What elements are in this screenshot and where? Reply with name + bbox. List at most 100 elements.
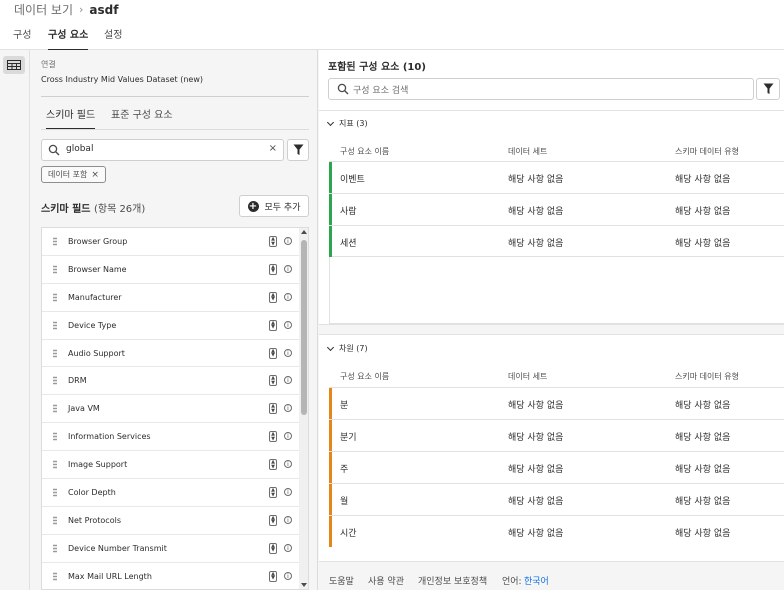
info-icon[interactable]: i (284, 515, 292, 524)
column-header-dataset[interactable]: 데이터 세트 (508, 146, 547, 157)
list-item[interactable]: Browser Name ▲ ▼ i (42, 256, 308, 284)
table-row[interactable]: 시간 해당 사항 없음 해당 사항 없음 (329, 515, 784, 547)
column-header-name[interactable]: 구성 요소 이름 (340, 371, 389, 382)
drag-handle-icon[interactable] (53, 348, 57, 358)
dataset-value: 해당 사항 없음 (508, 497, 564, 507)
info-icon[interactable]: i (284, 320, 292, 329)
drag-handle-icon[interactable] (53, 376, 57, 386)
list-item[interactable]: Device Type ▲ ▼ i (42, 312, 308, 340)
sort-icon[interactable]: ▲ ▼ (269, 542, 277, 554)
list-item[interactable]: Information Services ▲ ▼ i (42, 423, 308, 452)
drag-handle-icon[interactable] (53, 237, 57, 246)
sort-icon[interactable]: ▲ ▼ (269, 403, 277, 415)
info-icon[interactable]: i (284, 404, 292, 413)
tab-configure[interactable]: 구성 (13, 24, 31, 50)
column-header-schema-type[interactable]: 스키마 데이터 유형 (675, 146, 739, 157)
table-row[interactable]: 분 해당 사항 없음 해당 사항 없음 (329, 387, 784, 419)
tab-schema-fields[interactable]: 스키마 필드 (46, 106, 96, 130)
filter-button[interactable] (756, 78, 780, 100)
dimensions-section-header: 차원 (7) (339, 344, 368, 353)
sort-icon[interactable]: ▲ ▼ (269, 570, 277, 582)
drag-handle-icon[interactable] (53, 571, 57, 581)
info-icon[interactable]: i (284, 376, 292, 385)
info-icon[interactable]: i (284, 264, 292, 273)
table-row[interactable]: 이벤트 해당 사항 없음 해당 사항 없음 (329, 161, 784, 193)
sort-icon[interactable]: ▲ ▼ (269, 514, 277, 526)
scrollbar[interactable] (299, 228, 308, 589)
list-item[interactable]: Color Depth ▲ ▼ i (42, 479, 308, 507)
scroll-down-icon[interactable] (301, 583, 307, 587)
info-icon[interactable]: i (284, 292, 292, 301)
sort-icon[interactable]: ▲ ▼ (269, 375, 277, 387)
sort-icon[interactable]: ▲ ▼ (269, 236, 277, 247)
schema-search-input[interactable]: global × (41, 139, 284, 161)
list-item[interactable]: Java VM ▲ ▼ i (42, 395, 308, 424)
drag-handle-icon[interactable] (53, 292, 57, 302)
info-icon[interactable]: i (284, 571, 292, 580)
metric-color-bar (329, 162, 332, 193)
list-item[interactable]: Browser Group ▲ ▼ i (42, 228, 308, 256)
remove-chip-icon[interactable]: × (91, 170, 99, 180)
info-icon[interactable]: i (284, 348, 292, 357)
info-icon[interactable]: i (284, 460, 292, 469)
info-icon[interactable]: i (284, 432, 292, 441)
list-item[interactable]: Image Support ▲ ▼ i (42, 451, 308, 480)
breadcrumb-parent[interactable]: 데이터 보기 (14, 1, 73, 18)
list-item[interactable]: Manufacturer ▲ ▼ i (42, 284, 308, 312)
table-row[interactable]: 월 해당 사항 없음 해당 사항 없음 (329, 483, 784, 515)
sort-icon[interactable]: ▲ ▼ (269, 431, 277, 443)
metrics-section-toggle[interactable]: 지표 (3) (326, 118, 368, 129)
column-header-dataset[interactable]: 데이터 세트 (508, 371, 547, 382)
drag-handle-icon[interactable] (53, 515, 57, 525)
list-item[interactable]: Audio Support ▲ ▼ i (42, 340, 308, 368)
table-row[interactable]: 주 해당 사항 없음 해당 사항 없음 (329, 451, 784, 483)
clear-search-icon[interactable]: × (269, 143, 277, 154)
filter-button[interactable] (287, 139, 309, 161)
filter-chip[interactable]: 데이터 포함 × (41, 166, 106, 183)
drag-handle-icon[interactable] (53, 320, 57, 330)
dimensions-section-toggle[interactable]: 차원 (7) (326, 343, 368, 354)
footer-terms-link[interactable]: 사용 약관 (368, 574, 404, 587)
list-item[interactable]: Net Protocols ▲ ▼ i (42, 507, 308, 535)
schema-type-value: 해당 사항 없음 (675, 433, 731, 443)
drag-handle-icon[interactable] (53, 543, 57, 553)
list-item[interactable]: Max Mail URL Length ▲ ▼ i (42, 563, 308, 589)
table-row[interactable]: 사람 해당 사항 없음 해당 사항 없음 (329, 193, 784, 225)
drag-handle-icon[interactable] (53, 432, 57, 442)
footer-help-link[interactable]: 도움말 (329, 574, 354, 587)
tab-components[interactable]: 구성 요소 (48, 24, 89, 51)
list-item[interactable]: Device Number Transmit ▲ ▼ i (42, 535, 308, 563)
drag-handle-icon[interactable] (53, 460, 57, 470)
info-icon[interactable]: i (284, 543, 292, 552)
component-search-input[interactable]: 구성 요소 검색 (328, 78, 754, 100)
table-row[interactable]: 세션 해당 사항 없음 해당 사항 없음 (329, 225, 784, 257)
tab-standard-components[interactable]: 표준 구성 요소 (111, 106, 173, 130)
add-all-button[interactable]: + 모두 추가 (239, 195, 309, 217)
sort-icon[interactable]: ▲ ▼ (269, 347, 277, 359)
sort-icon[interactable]: ▲ ▼ (269, 319, 277, 331)
column-header-schema-type[interactable]: 스키마 데이터 유형 (675, 371, 739, 382)
search-value: global (66, 144, 94, 154)
list-item[interactable]: DRM ▲ ▼ i (42, 367, 308, 396)
sort-icon[interactable]: ▲ ▼ (269, 487, 277, 499)
component-name: 분 (340, 401, 349, 411)
scroll-up-icon[interactable] (301, 230, 307, 234)
drag-handle-icon[interactable] (53, 404, 57, 414)
scroll-thumb[interactable] (301, 240, 307, 415)
tab-settings[interactable]: 설정 (104, 24, 122, 50)
info-icon[interactable]: i (284, 488, 292, 497)
sort-icon[interactable]: ▲ ▼ (269, 459, 277, 471)
sort-icon[interactable]: ▲ ▼ (269, 263, 277, 275)
component-name: 세션 (340, 239, 357, 249)
drag-handle-icon[interactable] (53, 488, 57, 498)
sort-icon[interactable]: ▲ ▼ (269, 291, 277, 303)
panel-toggle-button[interactable] (3, 56, 25, 74)
table-row[interactable]: 분기 해당 사항 없음 해당 사항 없음 (329, 419, 784, 451)
chevron-down-icon (326, 118, 335, 126)
footer-language-link[interactable]: 한국어 (524, 574, 549, 587)
footer-privacy-link[interactable]: 개인정보 보호정책 (418, 574, 487, 587)
component-name: 분기 (340, 433, 357, 443)
column-header-name[interactable]: 구성 요소 이름 (340, 146, 389, 157)
drag-handle-icon[interactable] (53, 264, 57, 274)
info-icon[interactable]: i (284, 237, 292, 245)
